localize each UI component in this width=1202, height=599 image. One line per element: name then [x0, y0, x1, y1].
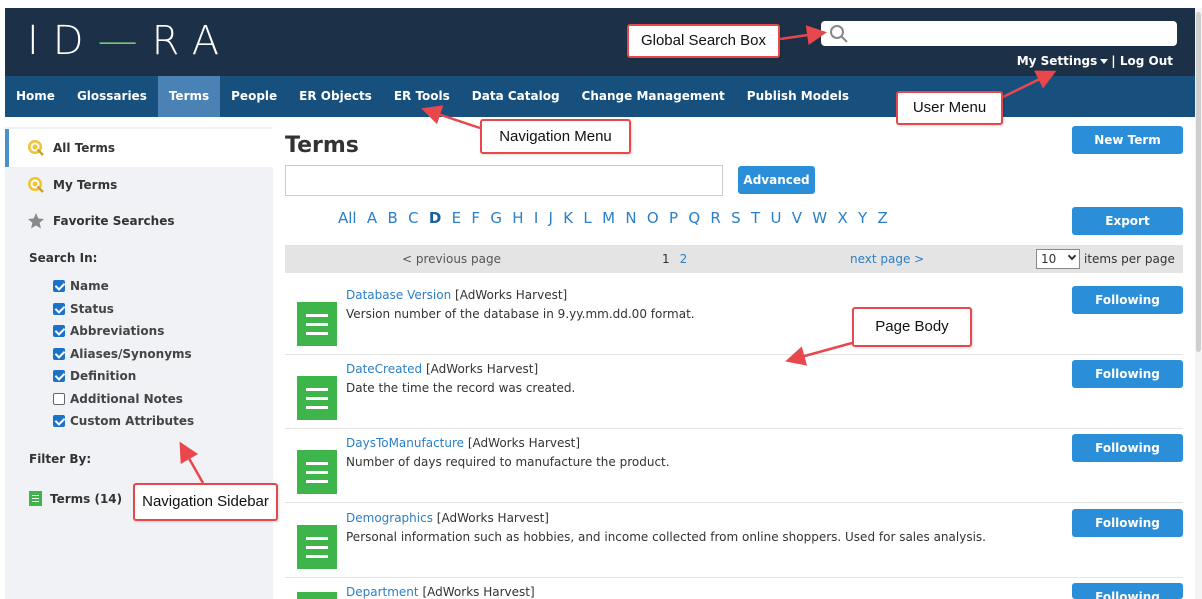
- callout-global-search-box: Global Search Box: [627, 24, 780, 58]
- callout-navigation-sidebar: Navigation Sidebar: [133, 483, 278, 521]
- callout-navigation-menu: Navigation Menu: [480, 119, 631, 154]
- callout-user-menu: User Menu: [896, 91, 1003, 125]
- callout-page-body: Page Body: [852, 307, 972, 347]
